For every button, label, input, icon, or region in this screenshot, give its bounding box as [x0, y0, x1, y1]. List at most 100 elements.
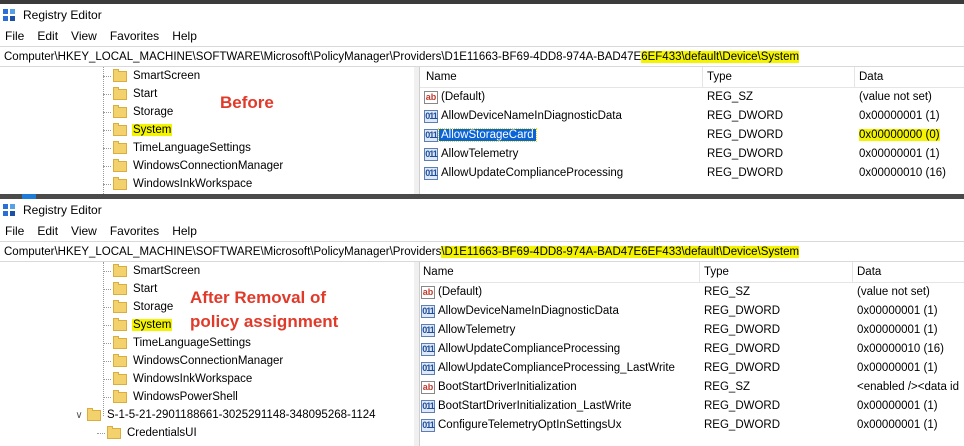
menu-help[interactable]: Help [172, 29, 197, 43]
value-row[interactable]: ab BootStartDriverInitialization REG_SZ … [420, 378, 964, 397]
dword-value-icon: 011 [421, 343, 435, 356]
dword-value-icon: 011 [424, 148, 438, 161]
dword-value-icon: 011 [421, 400, 435, 413]
tree-item[interactable]: SmartScreen [103, 262, 201, 280]
folder-icon [113, 389, 127, 403]
value-row[interactable]: 011 AllowTelemetry REG_DWORD 0x00000001 … [420, 145, 964, 164]
menu-file[interactable]: File [5, 224, 24, 238]
dword-value-icon: 011 [421, 305, 435, 318]
value-row[interactable]: 011 BootStartDriverInitialization_LastWr… [420, 397, 964, 416]
chevron-down-icon[interactable]: ∨ [73, 410, 85, 421]
title-bar: Registry Editor [0, 199, 964, 221]
value-row-selected[interactable]: 011 AllowStorageCard REG_DWORD 0x0000000… [420, 126, 964, 145]
value-row[interactable]: 011 AllowUpdateComplianceProcessing REG_… [420, 164, 964, 183]
menu-favorites[interactable]: Favorites [110, 224, 159, 238]
dword-value-icon: 011 [421, 419, 435, 432]
folder-icon [113, 299, 127, 313]
menu-help[interactable]: Help [172, 224, 197, 238]
value-row[interactable]: 011 AllowUpdateComplianceProcessing_Last… [420, 359, 964, 378]
column-name[interactable]: Name [423, 266, 454, 278]
column-type[interactable]: Type [707, 71, 732, 83]
folder-icon [87, 407, 101, 421]
tree-item[interactable]: WindowsInkWorkspace [103, 175, 253, 193]
annotation-after-line2: policy assignment [190, 312, 339, 331]
value-row[interactable]: 011 AllowDeviceNameInDiagnosticData REG_… [420, 107, 964, 126]
tree-item[interactable]: Storage [103, 103, 174, 121]
folder-icon [113, 317, 127, 331]
tree-item-sid[interactable]: ∨ S-1-5-21-2901188661-3025291148-34809526… [73, 406, 377, 424]
folder-icon [113, 122, 127, 136]
registry-window-before: Registry Editor File Edit View Favorites… [0, 4, 964, 194]
value-row[interactable]: ab (Default) REG_SZ (value not set) [420, 88, 964, 107]
folder-icon [113, 371, 127, 385]
tree-item[interactable]: WindowsConnectionManager [103, 352, 284, 370]
value-row[interactable]: ab (Default) REG_SZ (value not set) [420, 283, 964, 302]
values-list: Name Type Data ab (Default) REG_SZ (valu… [420, 262, 964, 446]
address-path-highlight: 6EF433\default\Device\System [641, 50, 800, 63]
folder-icon [113, 158, 127, 172]
folder-icon [113, 176, 127, 190]
menu-view[interactable]: View [71, 29, 97, 43]
string-value-icon: ab [424, 91, 438, 104]
tree-item[interactable]: CredentialsUI [97, 424, 198, 442]
tree-item[interactable]: TimeLanguageSettings [103, 334, 252, 352]
folder-icon [113, 68, 127, 82]
menu-view[interactable]: View [71, 224, 97, 238]
address-path-highlight: \D1E11663-BF69-4DD8-974A-BAD47E6EF433\de… [441, 245, 800, 258]
value-row[interactable]: 011 AllowDeviceNameInDiagnosticData REG_… [420, 302, 964, 321]
values-list: Name Type Data ab (Default) REG_SZ (valu… [420, 67, 964, 194]
tree-item[interactable]: WindowsInkWorkspace [103, 370, 253, 388]
folder-icon [113, 140, 127, 154]
menu-file[interactable]: File [5, 29, 24, 43]
tree-item[interactable]: SmartScreen [103, 67, 201, 85]
tree-item-selected[interactable]: System [103, 121, 173, 139]
menu-edit[interactable]: Edit [37, 29, 58, 43]
address-path: Computer\HKEY_LOCAL_MACHINE\SOFTWARE\Mic… [4, 50, 642, 63]
annotation-before: Before [220, 93, 274, 112]
string-value-icon: ab [421, 381, 435, 394]
column-name[interactable]: Name [426, 71, 457, 83]
tree-item[interactable]: Start [103, 280, 158, 298]
string-value-icon: ab [421, 286, 435, 299]
menu-edit[interactable]: Edit [37, 224, 58, 238]
tree-item[interactable]: WindowsPowerShell [103, 388, 239, 406]
key-tree: SmartScreen Start Storage System TimeLan… [0, 67, 415, 194]
value-row[interactable]: 011 ConfigureTelemetryOptInSettingsUx RE… [420, 416, 964, 435]
tree-item[interactable]: Storage [103, 298, 174, 316]
folder-icon [113, 353, 127, 367]
folder-icon [113, 86, 127, 100]
tree-item-selected[interactable]: System [103, 316, 173, 334]
address-bar[interactable]: Computer\HKEY_LOCAL_MACHINE\SOFTWARE\Mic… [0, 241, 964, 262]
value-row[interactable]: 011 AllowUpdateComplianceProcessing REG_… [420, 340, 964, 359]
window-title: Registry Editor [23, 8, 102, 22]
tree-item[interactable]: TimeLanguageSettings [103, 139, 252, 157]
value-row[interactable]: 011 AllowTelemetry REG_DWORD 0x00000001 … [420, 321, 964, 340]
folder-icon [113, 104, 127, 118]
menu-bar: File Edit View Favorites Help [0, 26, 964, 46]
dword-value-icon: 011 [424, 167, 438, 180]
menu-bar: File Edit View Favorites Help [0, 221, 964, 241]
registry-window-after: Registry Editor File Edit View Favorites… [0, 199, 964, 446]
column-data[interactable]: Data [857, 266, 881, 278]
registry-editor-icon [2, 8, 16, 22]
folder-icon [113, 281, 127, 295]
registry-editor-icon [2, 203, 16, 217]
folder-icon [113, 263, 127, 277]
address-bar[interactable]: Computer\HKEY_LOCAL_MACHINE\SOFTWARE\Mic… [0, 46, 964, 67]
menu-favorites[interactable]: Favorites [110, 29, 159, 43]
annotation-after-line1: After Removal of [190, 288, 327, 307]
window-title: Registry Editor [23, 203, 102, 217]
title-bar: Registry Editor [0, 4, 964, 26]
list-header: Name Type Data [420, 262, 964, 283]
dword-value-icon: 011 [424, 110, 438, 123]
tree-item[interactable]: Start [103, 85, 158, 103]
dword-value-icon: 011 [421, 324, 435, 337]
dword-value-icon: 011 [424, 129, 438, 142]
key-tree: SmartScreen Start Storage System TimeLan… [0, 262, 415, 446]
annotation-after: After Removal of policy assignment [190, 286, 338, 334]
column-type[interactable]: Type [704, 266, 729, 278]
tree-item[interactable]: WindowsConnectionManager [103, 157, 284, 175]
column-data[interactable]: Data [859, 71, 883, 83]
folder-icon [113, 335, 127, 349]
folder-icon [107, 425, 121, 439]
